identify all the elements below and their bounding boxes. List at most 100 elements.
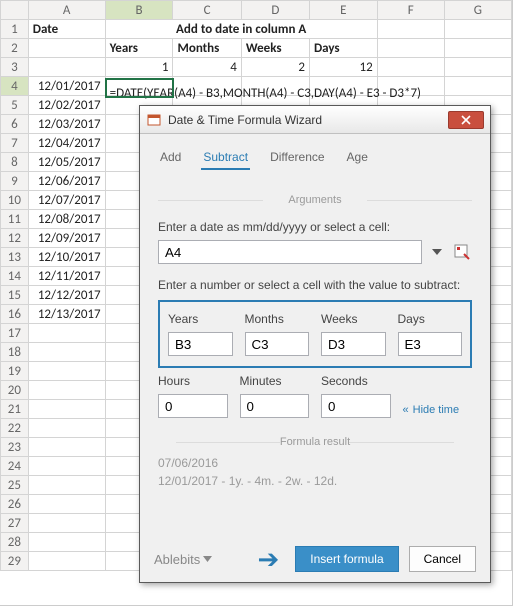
cell-a4[interactable]: 12/01/2017 (28, 77, 105, 96)
row-7[interactable]: 7 (1, 134, 29, 153)
row-15[interactable]: 15 (1, 286, 29, 305)
cell-g2[interactable] (444, 39, 511, 58)
brand[interactable]: Ablebits (154, 552, 247, 567)
row-3[interactable]: 3 (1, 58, 29, 77)
row-22[interactable]: 22 (1, 419, 29, 438)
row-4[interactable]: 4 (1, 77, 29, 96)
row-21[interactable]: 21 (1, 400, 29, 419)
cell-a12[interactable]: 12/09/2017 (28, 229, 105, 248)
col-b[interactable]: B (105, 1, 173, 20)
row-23[interactable]: 23 (1, 438, 29, 457)
col-d[interactable]: D (241, 1, 309, 20)
row-17[interactable]: 17 (1, 324, 29, 343)
row-1[interactable]: 1 (1, 20, 29, 39)
row-25[interactable]: 25 (1, 476, 29, 495)
row-16[interactable]: 16 (1, 305, 29, 324)
row-2[interactable]: 2 (1, 39, 29, 58)
cell-c2[interactable]: Months (173, 39, 241, 58)
cell-a6[interactable]: 12/03/2017 (28, 115, 105, 134)
row-29[interactable]: 29 (1, 552, 29, 571)
col-e[interactable]: E (309, 1, 377, 20)
cell-b3[interactable]: 1 (105, 58, 173, 77)
row-20[interactable]: 20 (1, 381, 29, 400)
cell-g4[interactable] (444, 77, 511, 96)
cell-f1[interactable] (377, 20, 444, 39)
cell-f3[interactable] (377, 58, 444, 77)
cell-e3[interactable]: 12 (309, 58, 377, 77)
cell-d3[interactable]: 2 (241, 58, 309, 77)
hide-time-link[interactable]: Hide time (403, 404, 460, 416)
cell-g1[interactable] (444, 20, 511, 39)
cell-d2[interactable]: Weeks (241, 39, 309, 58)
close-button[interactable] (448, 111, 484, 129)
cell-a11[interactable]: 12/08/2017 (28, 210, 105, 229)
cell-a1[interactable]: Date (28, 20, 105, 39)
row-13[interactable]: 13 (1, 248, 29, 267)
tab-difference[interactable]: Difference (268, 146, 326, 170)
row-5[interactable]: 5 (1, 96, 29, 115)
insert-formula-button[interactable]: Insert formula (295, 546, 398, 572)
days-label: Days (398, 312, 463, 326)
tab-subtract[interactable]: Subtract (201, 146, 250, 170)
close-icon (461, 115, 471, 125)
date-time-wizard-dialog: Date & Time Formula Wizard Add Subtract … (139, 105, 491, 583)
cell-a8[interactable]: 12/05/2017 (28, 153, 105, 172)
cell-a16[interactable]: 12/13/2017 (28, 305, 105, 324)
cell-b4[interactable]: =DATE(YEAR(A4) - B3,MONTH(A4) - C3,DAY(A… (105, 77, 173, 96)
row-28[interactable]: 28 (1, 533, 29, 552)
cell-c3[interactable]: 4 (173, 58, 241, 77)
cell-a5[interactable]: 12/02/2017 (28, 96, 105, 115)
col-a[interactable]: A (28, 1, 105, 20)
minutes-label: Minutes (240, 374, 310, 388)
years-input[interactable] (168, 332, 233, 356)
spreadsheet: A B C D E F G 1 Date Add to date in colu… (0, 0, 513, 606)
cell-e2[interactable]: Days (309, 39, 377, 58)
row-14[interactable]: 14 (1, 267, 29, 286)
result-expr: 12/01/2017 - 1y. - 4m. - 2w. - 12d. (158, 472, 472, 490)
days-input[interactable] (398, 332, 463, 356)
row-8[interactable]: 8 (1, 153, 29, 172)
row-6[interactable]: 6 (1, 115, 29, 134)
col-g[interactable]: G (444, 1, 511, 20)
cell-g3[interactable] (444, 58, 511, 77)
cell-a7[interactable]: 12/04/2017 (28, 134, 105, 153)
row-9[interactable]: 9 (1, 172, 29, 191)
cell-a9[interactable]: 12/06/2017 (28, 172, 105, 191)
chevron-down-icon (203, 556, 212, 562)
cell-a3[interactable] (28, 58, 105, 77)
titlebar[interactable]: Date & Time Formula Wizard (140, 106, 490, 134)
cell-a15[interactable]: 12/12/2017 (28, 286, 105, 305)
tab-add[interactable]: Add (158, 146, 183, 170)
date-input[interactable] (158, 240, 422, 264)
row-10[interactable]: 10 (1, 191, 29, 210)
cell-a2[interactable] (28, 39, 105, 58)
row-27[interactable]: 27 (1, 514, 29, 533)
row-18[interactable]: 18 (1, 343, 29, 362)
row-26[interactable]: 26 (1, 495, 29, 514)
date-dropdown-icon[interactable] (428, 240, 446, 264)
col-f[interactable]: F (377, 1, 444, 20)
seconds-input[interactable] (321, 394, 391, 418)
cancel-button[interactable]: Cancel (409, 546, 476, 572)
cell-b2[interactable]: Years (105, 39, 173, 58)
cell-b1[interactable]: Add to date in column A (105, 20, 377, 39)
tab-age[interactable]: Age (345, 146, 370, 170)
cell-a10[interactable]: 12/07/2017 (28, 191, 105, 210)
subtract-label: Enter a number or select a cell with the… (158, 278, 472, 292)
cell-a14[interactable]: 12/11/2017 (28, 267, 105, 286)
cell-a13[interactable]: 12/10/2017 (28, 248, 105, 267)
app-icon (146, 112, 162, 128)
hours-label: Hours (158, 374, 228, 388)
row-24[interactable]: 24 (1, 457, 29, 476)
row-12[interactable]: 12 (1, 229, 29, 248)
row-19[interactable]: 19 (1, 362, 29, 381)
hours-input[interactable] (158, 394, 228, 418)
cell-f2[interactable] (377, 39, 444, 58)
row-11[interactable]: 11 (1, 210, 29, 229)
weeks-input[interactable] (321, 332, 386, 356)
col-c[interactable]: C (173, 1, 241, 20)
select-all[interactable] (1, 1, 29, 20)
minutes-input[interactable] (240, 394, 310, 418)
months-input[interactable] (245, 332, 310, 356)
cell-picker-icon[interactable] (452, 242, 472, 262)
